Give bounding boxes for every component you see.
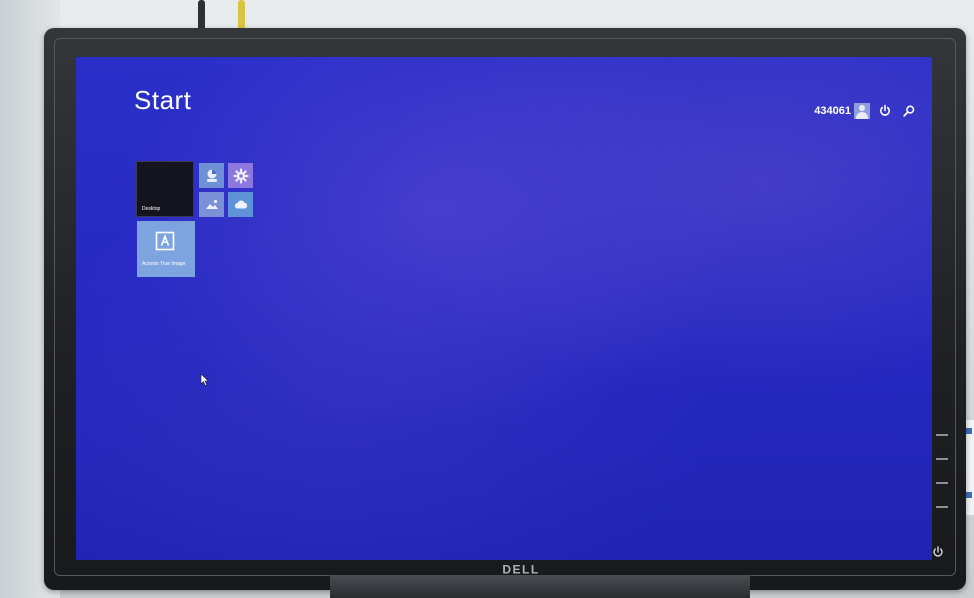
tile-skydrive[interactable] bbox=[228, 192, 253, 217]
monitor-button[interactable] bbox=[936, 434, 948, 436]
settings-gear-icon bbox=[232, 167, 249, 184]
search-icon[interactable] bbox=[902, 104, 916, 118]
tile-people[interactable] bbox=[199, 163, 224, 188]
tile-acronis-label: Acronis True Image bbox=[142, 261, 186, 267]
monitor-button[interactable] bbox=[936, 506, 948, 508]
monitor-button[interactable] bbox=[936, 482, 948, 484]
tile-desktop[interactable]: Desktop bbox=[136, 161, 194, 217]
page-title: Start bbox=[134, 85, 192, 115]
tile-desktop-label: Desktop bbox=[142, 206, 161, 212]
monitor-stand bbox=[330, 575, 750, 598]
start-screen: Start 434061 Desktop Acronis True Image bbox=[76, 57, 932, 560]
monitor-power-button-icon[interactable] bbox=[931, 545, 945, 559]
tile-acronis-true-image[interactable]: Acronis True Image bbox=[137, 221, 195, 277]
monitor-button[interactable] bbox=[936, 458, 948, 460]
mouse-pointer-icon bbox=[200, 373, 210, 387]
power-icon[interactable] bbox=[878, 104, 892, 118]
acronis-logo-icon bbox=[155, 231, 175, 251]
tile-photos[interactable] bbox=[199, 192, 224, 217]
tile-settings[interactable] bbox=[228, 163, 253, 188]
people-icon bbox=[206, 169, 217, 182]
photos-icon bbox=[205, 199, 218, 209]
user-name: 434061 bbox=[814, 105, 851, 117]
cloud-icon bbox=[234, 199, 247, 208]
user-account[interactable]: 434061 bbox=[814, 103, 870, 119]
user-avatar-icon bbox=[854, 103, 870, 119]
